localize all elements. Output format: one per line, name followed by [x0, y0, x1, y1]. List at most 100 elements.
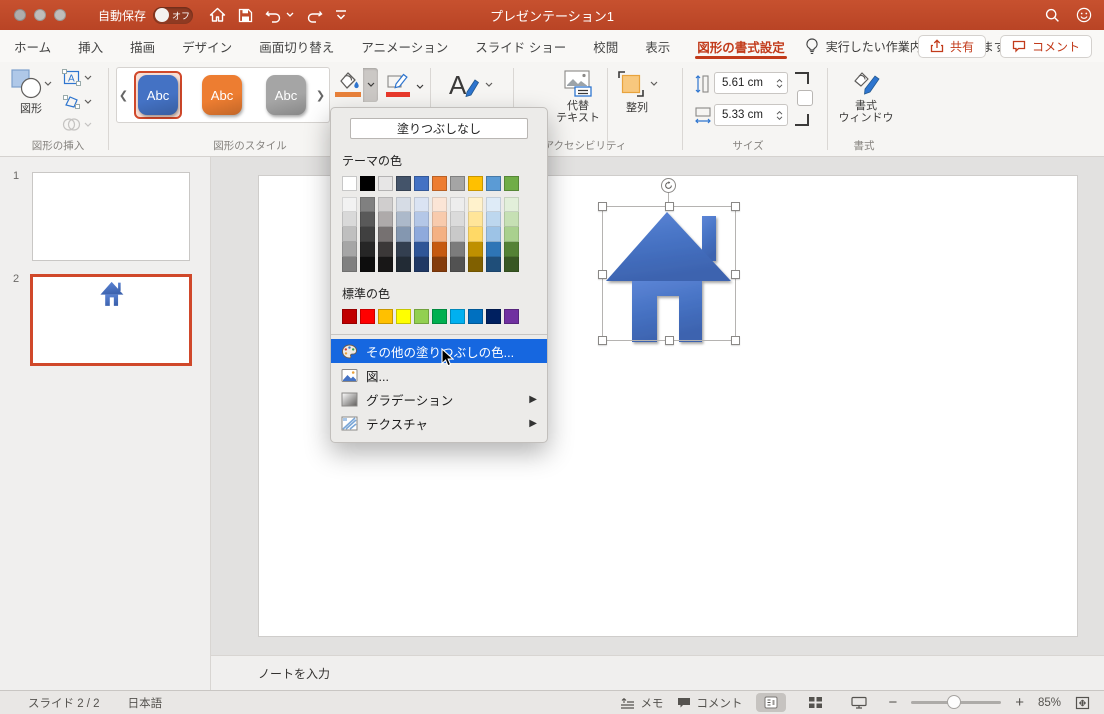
- theme-color-swatch-5[interactable]: [432, 176, 447, 191]
- gallery-next-button[interactable]: ❯: [314, 89, 327, 102]
- theme-color-swatch-8[interactable]: [486, 176, 501, 191]
- align-button[interactable]: 整列: [616, 69, 658, 114]
- zoom-window-button[interactable]: [54, 9, 66, 21]
- slide-1-thumbnail[interactable]: [32, 172, 190, 261]
- standard-color-swatch-5[interactable]: [432, 309, 447, 324]
- search-icon[interactable]: [1045, 8, 1060, 23]
- shape-style-2[interactable]: Abc: [262, 71, 310, 119]
- theme-color-swatch-1[interactable]: [360, 176, 375, 191]
- insert-shape-button[interactable]: 図形: [10, 68, 52, 115]
- shape-outline-dropdown-arrow[interactable]: [412, 70, 427, 104]
- variant-swatch-r1-c2[interactable]: [378, 212, 393, 227]
- standard-color-swatch-9[interactable]: [504, 309, 519, 324]
- no-fill-button[interactable]: 塗りつぶしなし: [350, 118, 528, 139]
- resize-handle-nw[interactable]: [598, 202, 607, 211]
- variant-swatch-r0-c5[interactable]: [432, 197, 447, 212]
- variant-swatch-r4-c7[interactable]: [468, 257, 483, 272]
- variant-swatch-r1-c3[interactable]: [396, 212, 411, 227]
- zoom-in-button[interactable]: +: [1015, 694, 1024, 711]
- variant-swatch-r4-c8[interactable]: [486, 257, 501, 272]
- redo-button[interactable]: [306, 7, 323, 23]
- variant-swatch-r3-c5[interactable]: [432, 242, 447, 257]
- tab-7[interactable]: 校閲: [593, 30, 618, 62]
- variant-swatch-r4-c0[interactable]: [342, 257, 357, 272]
- save-icon[interactable]: [238, 8, 253, 23]
- fill-menu-item-1[interactable]: 図...: [331, 363, 547, 387]
- shape-height-input[interactable]: [715, 76, 767, 90]
- resize-handle-n[interactable]: [665, 202, 674, 211]
- tab-4[interactable]: 画面切り替え: [259, 30, 334, 62]
- text-box-button[interactable]: A: [62, 69, 92, 86]
- tab-9[interactable]: 図形の書式設定: [695, 30, 787, 62]
- shape-height-field[interactable]: [714, 72, 788, 94]
- variant-swatch-r2-c5[interactable]: [432, 227, 447, 242]
- variant-swatch-r0-c1[interactable]: [360, 197, 375, 212]
- variant-swatch-r0-c2[interactable]: [378, 197, 393, 212]
- edit-shape-button[interactable]: [62, 93, 92, 110]
- comments-button[interactable]: コメント: [999, 34, 1092, 58]
- variant-swatch-r2-c6[interactable]: [450, 227, 465, 242]
- lock-aspect-checkbox[interactable]: [797, 90, 813, 106]
- variant-swatch-r3-c3[interactable]: [396, 242, 411, 257]
- variant-swatch-r3-c2[interactable]: [378, 242, 393, 257]
- resize-handle-e[interactable]: [731, 269, 740, 279]
- autosave-toggle[interactable]: オフ: [153, 6, 194, 24]
- tab-6[interactable]: スライド ショー: [475, 30, 566, 62]
- resize-handle-se[interactable]: [731, 336, 740, 345]
- variant-swatch-r0-c4[interactable]: [414, 197, 429, 212]
- rotation-handle[interactable]: [661, 178, 676, 193]
- text-effects-button[interactable]: A: [447, 70, 493, 100]
- notes-placeholder[interactable]: ノートを入力: [258, 665, 330, 682]
- variant-swatch-r1-c9[interactable]: [504, 212, 519, 227]
- resize-handle-ne[interactable]: [731, 202, 740, 211]
- gallery-prev-button[interactable]: ❮: [117, 89, 130, 102]
- tab-2[interactable]: 描画: [130, 30, 155, 62]
- variant-swatch-r2-c2[interactable]: [378, 227, 393, 242]
- variant-swatch-r4-c4[interactable]: [414, 257, 429, 272]
- undo-button[interactable]: [265, 7, 294, 23]
- standard-color-swatch-8[interactable]: [486, 309, 501, 324]
- variant-swatch-r1-c0[interactable]: [342, 212, 357, 227]
- zoom-out-button[interactable]: −: [888, 694, 897, 711]
- theme-color-swatch-9[interactable]: [504, 176, 519, 191]
- normal-view-button[interactable]: [756, 693, 787, 712]
- variant-swatch-r1-c4[interactable]: [414, 212, 429, 227]
- shape-fill-dropdown-arrow[interactable]: [363, 68, 378, 102]
- variant-swatch-r4-c3[interactable]: [396, 257, 411, 272]
- window-controls[interactable]: [14, 9, 74, 21]
- resize-handle-sw[interactable]: [598, 336, 607, 345]
- standard-color-swatch-3[interactable]: [396, 309, 411, 324]
- standard-color-swatch-1[interactable]: [360, 309, 375, 324]
- tab-5[interactable]: アニメーション: [361, 30, 448, 62]
- standard-color-swatch-0[interactable]: [342, 309, 357, 324]
- close-window-button[interactable]: [14, 9, 26, 21]
- variant-swatch-r2-c3[interactable]: [396, 227, 411, 242]
- variant-swatch-r3-c6[interactable]: [450, 242, 465, 257]
- shape-fill-button[interactable]: [333, 68, 363, 102]
- variant-swatch-r1-c1[interactable]: [360, 212, 375, 227]
- tab-0[interactable]: ホーム: [14, 30, 51, 62]
- variant-swatch-r1-c6[interactable]: [450, 212, 465, 227]
- shape-style-1[interactable]: Abc: [198, 71, 246, 119]
- shape-style-0[interactable]: Abc: [134, 71, 182, 119]
- variant-swatch-r0-c7[interactable]: [468, 197, 483, 212]
- tab-8[interactable]: 表示: [645, 30, 670, 62]
- variant-swatch-r2-c1[interactable]: [360, 227, 375, 242]
- variant-swatch-r3-c4[interactable]: [414, 242, 429, 257]
- slide-sorter-view-button[interactable]: [800, 693, 830, 712]
- standard-color-swatch-2[interactable]: [378, 309, 393, 324]
- variant-swatch-r1-c7[interactable]: [468, 212, 483, 227]
- language-indicator[interactable]: 日本語: [128, 695, 163, 711]
- toolbar-overflow-icon[interactable]: [335, 10, 347, 20]
- fit-slide-to-window-button[interactable]: [1075, 696, 1090, 710]
- fill-menu-item-3[interactable]: テクスチャ ▶: [331, 411, 547, 435]
- zoom-level[interactable]: 85%: [1038, 697, 1061, 709]
- variant-swatch-r0-c9[interactable]: [504, 197, 519, 212]
- zoom-slider[interactable]: [911, 695, 1002, 709]
- variant-swatch-r2-c9[interactable]: [504, 227, 519, 242]
- theme-color-swatch-4[interactable]: [414, 176, 429, 191]
- slide-2-thumbnail[interactable]: [30, 274, 192, 366]
- resize-handle-w[interactable]: [598, 269, 607, 279]
- variant-swatch-r0-c8[interactable]: [486, 197, 501, 212]
- zoom-slider-knob[interactable]: [947, 695, 962, 709]
